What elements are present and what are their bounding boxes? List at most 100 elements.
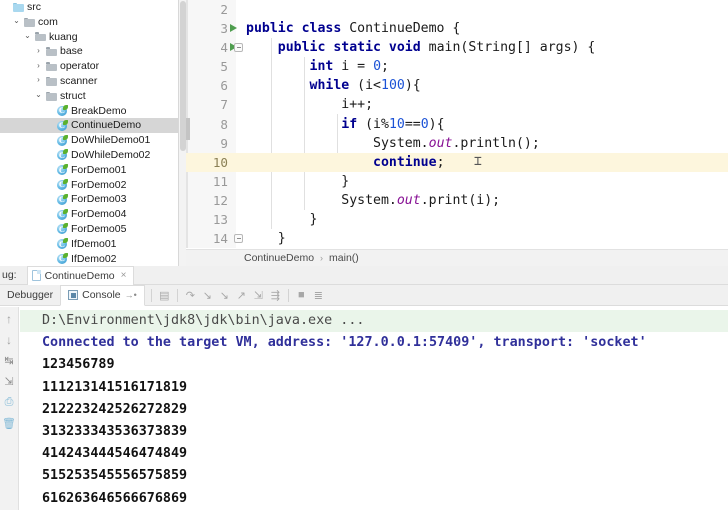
tree-item-continuedemo[interactable]: C ContinueDemo [0, 118, 180, 134]
console-output[interactable]: D:\Environment\jdk8\jdk\bin\java.exe ...… [20, 307, 728, 510]
breadcrumb[interactable]: ContinueDemo › main() [186, 249, 728, 266]
code-line[interactable]: 5 int i = 0; [186, 57, 728, 76]
chevron-right-icon[interactable]: › [33, 73, 44, 88]
drop-frame-icon[interactable]: ⇲ [250, 287, 267, 304]
java-class-icon: C [55, 164, 69, 176]
code-text: System.out.println(); [246, 135, 540, 151]
tree-item-dowhiledemo01[interactable]: C DoWhileDemo01 [0, 133, 180, 148]
tree-item-dowhiledemo02[interactable]: C DoWhileDemo02 [0, 148, 180, 163]
tree-item-base[interactable]: › base [0, 44, 180, 59]
code-line[interactable]: 7 i++; [186, 95, 728, 114]
code-line[interactable]: 12 System.out.print(i); [186, 191, 728, 210]
tree-scrollbar-thumb[interactable] [179, 1, 186, 151]
chevron-down-icon[interactable]: ⌄ [11, 14, 22, 29]
tree-item-fordemo01[interactable]: C ForDemo01 [0, 163, 180, 178]
chevron-right-icon[interactable]: › [33, 44, 44, 59]
line-number: 6 [220, 78, 228, 94]
chevron-down-icon[interactable]: ⌄ [22, 29, 33, 44]
evaluate-icon[interactable]: ■ [293, 287, 310, 304]
chevron-right-icon[interactable]: › [33, 59, 44, 74]
java-class-icon: C [55, 223, 69, 235]
settings-icon[interactable]: ≣ [310, 287, 327, 304]
tree-item-breakdemo[interactable]: C BreakDemo [0, 104, 180, 119]
tree-item-fordemo03[interactable]: C ForDemo03 [0, 192, 180, 207]
scroll-down-icon[interactable]: ↓ [2, 332, 17, 347]
line-number: 5 [220, 59, 228, 75]
code-text: } [246, 173, 350, 189]
code-line[interactable]: 2 [186, 0, 728, 19]
tree-item-label: BreakDemo [71, 104, 127, 117]
code-editor[interactable]: 2 3 public class ContinueDemo {4 public st… [186, 0, 728, 266]
console-line: 123456789 [42, 357, 115, 373]
run-gutter-icon[interactable] [230, 24, 237, 33]
fold-marker-icon[interactable] [234, 43, 243, 53]
soft-wrap-icon[interactable]: ↹ [2, 353, 17, 368]
code-line[interactable]: 4 public static void main(String[] args)… [186, 38, 728, 57]
top-area: src ⌄ com ⌄ kuang › base › operator › scanner ⌄ stru… [0, 0, 728, 266]
debug-session-tab-label: ContinueDemo [44, 269, 115, 282]
tree-item-label: ForDemo03 [71, 193, 127, 206]
code-text: continue; [373, 154, 445, 170]
tree-item-com[interactable]: ⌄ com [0, 15, 180, 30]
code-line[interactable]: 13 } [186, 210, 728, 229]
fold-marker-icon[interactable] [234, 234, 243, 244]
code-line[interactable]: 14 } [186, 229, 728, 248]
code-lines[interactable]: 2 3 public class ContinueDemo {4 public st… [186, 0, 728, 265]
tree-item-label: ForDemo02 [71, 178, 127, 191]
close-icon[interactable]: × [119, 270, 127, 281]
chevron-down-icon[interactable]: ⌄ [33, 88, 44, 103]
tree-item-fordemo05[interactable]: C ForDemo05 [0, 222, 180, 237]
tree-item-fordemo02[interactable]: C ForDemo02 [0, 178, 180, 193]
debug-panel: ug: ContinueDemo × Debugger Console →• ▤… [0, 265, 728, 510]
tree-item-label: ForDemo01 [71, 163, 127, 176]
scroll-up-icon[interactable]: ↑ [2, 311, 17, 326]
export-icon[interactable]: ⇲ [2, 374, 17, 389]
tree-item-src[interactable]: src [0, 0, 180, 15]
tree-item-scanner[interactable]: › scanner [0, 74, 180, 89]
run-to-cursor-icon[interactable]: ⇶ [267, 287, 284, 304]
java-class-icon: C [55, 193, 69, 205]
line-number: 13 [212, 212, 228, 228]
tree-item-operator[interactable]: › operator [0, 59, 180, 74]
code-line[interactable]: 3 public class ContinueDemo { [186, 19, 728, 38]
code-line[interactable]: 11 } [186, 172, 728, 191]
tree-item-struct[interactable]: ⌄ struct [0, 89, 180, 104]
tree-item-fordemo04[interactable]: C ForDemo04 [0, 207, 180, 222]
file-icon [31, 270, 41, 281]
console-side-toolbar: ↑ ↓ ↹ ⇲ ⎙ 🗑 [0, 307, 19, 510]
folder-icon [44, 62, 58, 72]
debugger-tab[interactable]: Debugger [0, 285, 60, 306]
folder-icon [44, 76, 58, 86]
tree-item-label: operator [60, 60, 100, 73]
code-line[interactable]: 10 continue; [186, 152, 728, 172]
tree-item-label: DoWhileDemo02 [71, 148, 151, 161]
project-tree-panel[interactable]: src ⌄ com ⌄ kuang › base › operator › scanner ⌄ stru… [0, 0, 180, 266]
clear-all-icon[interactable]: 🗑 [2, 416, 17, 431]
ide-window: src ⌄ com ⌄ kuang › base › operator › scanner ⌄ stru… [0, 0, 728, 510]
print-icon[interactable]: ⎙ [2, 395, 17, 410]
line-number: 9 [220, 135, 228, 151]
debug-session-tab[interactable]: ContinueDemo × [26, 265, 134, 285]
frames-icon[interactable]: ▤ [156, 287, 173, 304]
step-out-icon[interactable]: ↗ [233, 287, 250, 304]
java-class-icon: C [55, 134, 69, 146]
code-line[interactable]: 6 while (i<100){ [186, 76, 728, 95]
tree-item-kuang[interactable]: ⌄ kuang [0, 30, 180, 45]
line-number: 8 [220, 116, 228, 132]
console-toolbar: Debugger Console →• ▤ ↷ ↘ ↘ ↗ ⇲ ⇶ ■ ≣ [0, 284, 728, 306]
pin-tab-icon[interactable]: →• [125, 290, 137, 300]
code-line[interactable]: 9 System.out.println(); [186, 134, 728, 153]
tree-item-ifdemo02[interactable]: C IfDemo02 [0, 252, 180, 266]
breadcrumb-class[interactable]: ContinueDemo [244, 252, 314, 264]
breadcrumb-method[interactable]: main() [329, 252, 359, 264]
force-step-into-icon[interactable]: ↘ [216, 287, 233, 304]
java-class-icon: C [55, 252, 69, 264]
step-into-icon[interactable]: ↘ [199, 287, 216, 304]
text-cursor-icon [474, 155, 481, 169]
step-over-icon[interactable]: ↷ [182, 287, 199, 304]
console-tab[interactable]: Console →• [60, 284, 145, 306]
console-line: 616263646566676869 [42, 490, 188, 506]
code-line[interactable]: 8 if (i%10==0){ [186, 115, 728, 134]
tree-item-ifdemo01[interactable]: C IfDemo01 [0, 237, 180, 252]
breadcrumb-separator-icon: › [320, 253, 324, 263]
